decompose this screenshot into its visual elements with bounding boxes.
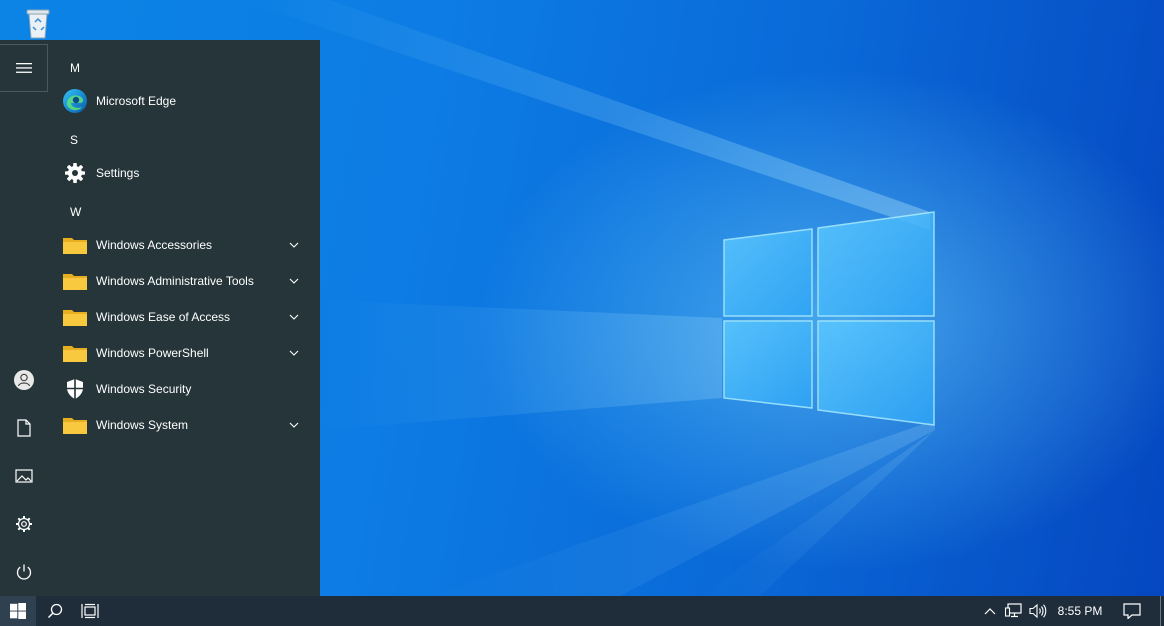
network-icon — [1005, 603, 1022, 618]
app-windows-accessories[interactable]: Windows Accessories — [56, 227, 312, 263]
group-letter-w[interactable]: W — [70, 204, 81, 220]
group-letter-m[interactable]: M — [70, 60, 80, 76]
app-microsoft-edge[interactable]: Microsoft Edge — [56, 83, 312, 119]
start-menu: M Microsoft Edge S Settings W Windows Ac… — [0, 40, 320, 596]
app-label: Windows Security — [96, 382, 192, 396]
start-button[interactable] — [0, 596, 36, 626]
app-label: Settings — [96, 166, 140, 180]
windows-logo-glow — [723, 211, 935, 426]
pictures-icon — [15, 469, 33, 483]
app-windows-administrative-tools[interactable]: Windows Administrative Tools — [56, 263, 312, 299]
network-button[interactable] — [1002, 596, 1026, 626]
folder-icon — [62, 412, 88, 438]
app-windows-system[interactable]: Windows System — [56, 407, 312, 443]
action-center-icon — [1123, 603, 1141, 619]
settings-gear-icon — [62, 160, 88, 186]
app-label: Windows System — [96, 418, 189, 432]
shield-icon — [62, 376, 88, 402]
folder-icon — [62, 304, 88, 330]
app-label: Windows PowerShell — [96, 346, 209, 360]
pictures-button[interactable] — [0, 452, 48, 500]
power-icon — [16, 564, 32, 580]
group-letter-s[interactable]: S — [70, 132, 78, 148]
start-menu-rail — [0, 40, 48, 596]
chevron-down-icon[interactable] — [288, 275, 300, 287]
hamburger-menu-icon — [15, 63, 32, 73]
app-windows-powershell[interactable]: Windows PowerShell — [56, 335, 312, 371]
action-center-button[interactable] — [1116, 596, 1148, 626]
chevron-down-icon[interactable] — [288, 419, 300, 431]
chevron-up-icon — [984, 608, 996, 615]
search-icon — [47, 603, 63, 619]
user-account-button[interactable] — [0, 356, 48, 404]
app-settings[interactable]: Settings — [56, 155, 312, 191]
chevron-down-icon[interactable] — [288, 239, 300, 251]
edge-icon — [62, 88, 88, 114]
app-label: Windows Ease of Access — [96, 310, 231, 324]
documents-icon — [17, 419, 31, 437]
user-account-icon — [14, 370, 34, 390]
search-button[interactable] — [38, 596, 72, 626]
app-label: Microsoft Edge — [96, 94, 177, 108]
app-label: Windows Accessories — [96, 238, 213, 252]
power-button[interactable] — [0, 548, 48, 596]
folder-icon — [62, 340, 88, 366]
taskbar-clock[interactable]: 8:55 PM — [1052, 596, 1108, 626]
folder-icon — [62, 268, 88, 294]
hamburger-menu-button[interactable] — [0, 44, 48, 92]
task-view-button[interactable] — [72, 596, 108, 626]
recycle-bin-icon[interactable] — [22, 6, 54, 40]
settings-button[interactable] — [0, 500, 48, 548]
documents-button[interactable] — [0, 404, 48, 452]
app-label: Windows Administrative Tools — [96, 274, 254, 288]
app-windows-security[interactable]: Windows Security — [56, 371, 312, 407]
taskbar: 8:55 PM — [0, 596, 1164, 626]
app-windows-ease-of-access[interactable]: Windows Ease of Access — [56, 299, 312, 335]
show-hidden-icons-button[interactable] — [980, 596, 1000, 626]
chevron-down-icon[interactable] — [288, 347, 300, 359]
windows-logo-icon — [10, 603, 26, 619]
chevron-down-icon[interactable] — [288, 311, 300, 323]
volume-button[interactable] — [1026, 596, 1050, 626]
volume-icon — [1029, 603, 1047, 619]
settings-gear-icon — [16, 516, 32, 532]
show-desktop-button[interactable] — [1160, 596, 1161, 626]
folder-icon — [62, 232, 88, 258]
task-view-icon — [81, 603, 99, 619]
